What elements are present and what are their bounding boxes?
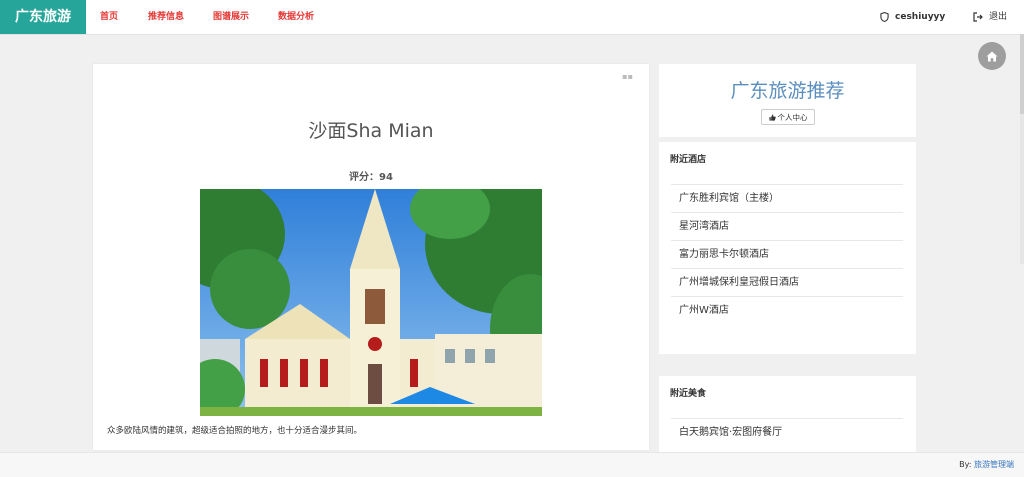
attraction-card: ▪▪ 沙面Sha Mian 评分：94 众多欧陆风情的建筑，超级适合拍照的地方，… (93, 64, 649, 450)
list-item[interactable]: 富力丽思卡尔顿酒店 (671, 240, 903, 268)
nav-recommend[interactable]: 推荐信息 (148, 0, 184, 34)
thumbs-up-icon (768, 113, 776, 121)
food-list: 白天鹅宾馆·宏图府餐厅 (671, 418, 903, 446)
logout-button[interactable]: 退出 (973, 0, 1007, 34)
footer-by: By: (959, 460, 972, 469)
username: ceshiuyyy (895, 12, 946, 22)
personal-center-button[interactable]: 个人中心 (761, 109, 815, 125)
attraction-title: 沙面Sha Mian (308, 120, 434, 142)
attraction-score: 评分：94 (349, 172, 393, 183)
brand-logo[interactable]: 广东旅游 (0, 0, 86, 34)
list-item[interactable]: 广州增城保利皇冠假日酒店 (671, 268, 903, 296)
personal-center-label: 个人中心 (777, 112, 808, 122)
user-menu[interactable]: ceshiuyyy (880, 0, 945, 34)
admin-link[interactable]: 旅游管理端 (974, 460, 1014, 469)
top-navbar: 广东旅游 首页 推荐信息 图谱展示 数据分析 ceshiuyyy 退出 (0, 0, 1024, 35)
nav-home[interactable]: 首页 (100, 0, 118, 34)
sidebar-header: 广东旅游推荐 个人中心 (659, 64, 916, 137)
list-item[interactable]: 星河湾酒店 (671, 212, 903, 240)
logout-icon (973, 12, 983, 22)
nav-analysis[interactable]: 数据分析 (278, 0, 314, 34)
sidebar-title: 广东旅游推荐 (730, 80, 845, 102)
home-icon (986, 51, 998, 61)
food-panel: 附近美食 白天鹅宾馆·宏图府餐厅 (659, 376, 916, 452)
list-item[interactable]: 广州W酒店 (671, 296, 903, 324)
footer: By: 旅游管理端 (0, 452, 1024, 477)
footer-credit: By: 旅游管理端 (959, 459, 1014, 470)
attraction-description: 众多欧陆风情的建筑，超级适合拍照的地方，也十分适合漫步其间。 (107, 426, 363, 436)
logout-label: 退出 (989, 12, 1008, 22)
corner-dots-icon: ▪▪ (622, 72, 633, 81)
food-heading: 附近美食 (670, 389, 707, 399)
nav-graph[interactable]: 图谱展示 (213, 0, 249, 34)
scrollbar-thumb[interactable] (1020, 34, 1024, 114)
list-item[interactable]: 广东胜利宾馆（主楼） (671, 184, 903, 212)
list-item[interactable]: 白天鹅宾馆·宏图府餐厅 (671, 418, 903, 446)
attraction-photo (200, 189, 542, 416)
hotels-list: 广东胜利宾馆（主楼） 星河湾酒店 富力丽思卡尔顿酒店 广州增城保利皇冠假日酒店 … (671, 184, 903, 324)
home-button[interactable] (978, 42, 1006, 70)
hotels-panel: 附近酒店 广东胜利宾馆（主楼） 星河湾酒店 富力丽思卡尔顿酒店 广州增城保利皇冠… (659, 142, 916, 354)
shield-icon (880, 12, 889, 22)
hotels-heading: 附近酒店 (670, 155, 707, 165)
